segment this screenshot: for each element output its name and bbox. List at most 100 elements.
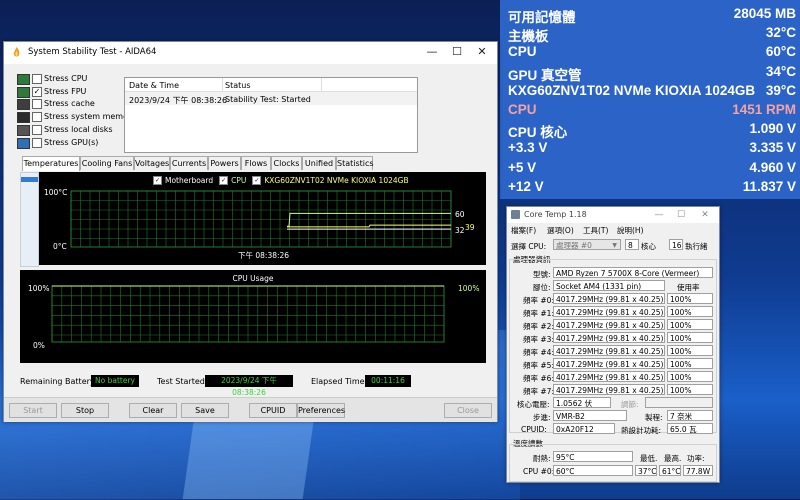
sensor-label: KXG60ZNV1T02 NVMe KIOXIA 1024GB <box>508 82 756 98</box>
maximize-button[interactable]: ☐ <box>445 44 469 60</box>
tab-flows[interactable]: Flows <box>241 156 271 170</box>
tab-currents[interactable]: Currents <box>170 156 208 170</box>
stress-label: Stress cache <box>44 99 95 109</box>
close-button[interactable]: Close <box>444 403 492 418</box>
ct-minimize-button[interactable]: — <box>647 207 671 223</box>
stress-device-icon <box>17 124 30 136</box>
aida-titlebar[interactable]: System Stability Test - AIDA64 — ☐ ✕ <box>4 42 497 64</box>
sensor-label: CPU <box>508 44 537 60</box>
cpu0-power: 77.8W <box>683 465 713 476</box>
ct-maximize-button[interactable]: ☐ <box>669 207 693 223</box>
sensor-value: 32°C <box>765 25 796 41</box>
sensor-row: CPU 核心 1.090 V <box>508 121 796 140</box>
coretemp-titlebar[interactable]: Core Temp 1.18 — ☐ ✕ <box>507 207 719 223</box>
elapsed-label: Elapsed Time: <box>311 377 368 386</box>
temp-value-cpu: 60 <box>455 210 465 219</box>
clear-button[interactable]: Clear <box>129 403 177 418</box>
tab-clocks[interactable]: Clocks <box>271 156 302 170</box>
log-table[interactable]: Date & Time Status 2023/9/24 下午 08:38:26… <box>124 77 418 153</box>
cpu-usage-graph: CPU Usage 100% 0% 100% <box>20 270 486 363</box>
stress-device-icon <box>17 74 30 85</box>
model-value: AMD Ryzen 7 5700X 8-Core (Vermeer) <box>553 267 713 278</box>
stress-checkbox[interactable] <box>32 74 42 84</box>
cpuid-label: CPUID: <box>521 425 547 434</box>
select-cpu-dropdown[interactable]: 處理器 #0 ▼ <box>553 239 621 250</box>
cpu0-max: 61°C <box>659 465 681 476</box>
sensor-label: +12 V <box>508 178 544 194</box>
temp-value-motherboard: 32 <box>455 226 465 235</box>
sensor-row: GPU 真空管 34°C <box>508 64 796 83</box>
legend-checkbox[interactable]: ✓ <box>252 176 262 185</box>
freq-label: 頻率 #4: <box>523 348 554 357</box>
stress-checkbox[interactable] <box>32 137 42 148</box>
usage-y-top: 100% <box>28 284 50 293</box>
legend-label: KXG60ZNV1T02 NVMe KIOXIA 1024GB <box>264 176 409 185</box>
revision-label: 調節: <box>621 400 639 409</box>
stress-checkbox[interactable] <box>32 124 42 135</box>
ct-menu-item[interactable]: 檔案(F) <box>511 225 536 236</box>
ct-close-button[interactable]: ✕ <box>693 207 717 223</box>
stepping-value: VMR-B2 <box>553 410 627 421</box>
sensor-row: CPU 60°C <box>508 44 796 62</box>
cpuid-button[interactable]: CPUID <box>249 403 297 418</box>
tdp-value: 65.0 瓦 <box>667 423 713 434</box>
log-row[interactable]: 2023/9/24 下午 08:38:26 Stability Test: St… <box>125 92 417 105</box>
stress-checkbox[interactable] <box>32 99 42 110</box>
log-col-status: Status <box>225 81 251 90</box>
minimize-button[interactable]: — <box>420 44 444 60</box>
ct-menu-item[interactable]: 工具(T) <box>583 225 608 236</box>
cores-count: 8 <box>625 239 639 250</box>
freq-value: 4017.29MHz (99.81 x 40.25) <box>553 293 665 304</box>
usage-title: CPU Usage <box>232 274 274 283</box>
sensor-label: 主機板 <box>508 29 549 45</box>
tdp-label: 熱設計功耗: <box>621 426 662 435</box>
temp-y-bottom: 0°C <box>53 242 67 251</box>
freq-value: 4017.29MHz (99.81 x 40.25) <box>553 384 665 395</box>
vid-value: 1.0562 伏 <box>553 397 611 408</box>
ct-menu-item[interactable]: 說明(H) <box>617 225 644 236</box>
start-button[interactable]: Start <box>9 403 57 418</box>
sensor-label: CPU <box>508 102 537 117</box>
sensor-row: +12 V 11.837 V <box>508 179 796 197</box>
sensor-value: 60°C <box>765 44 796 60</box>
cpu0-min: 37°C <box>635 465 657 476</box>
stop-button[interactable]: Stop <box>61 403 109 418</box>
temp-y-top: 100°C <box>44 188 68 197</box>
stress-device-icon <box>17 99 30 111</box>
legend-checkbox[interactable]: ✓ <box>153 176 162 185</box>
sensor-label: +5 V <box>508 159 537 175</box>
core-usage: 100% <box>667 358 713 369</box>
socket-label: 腳位: <box>533 283 551 292</box>
freq-value: 4017.29MHz (99.81 x 40.25) <box>553 371 665 382</box>
cores-label: 核心 <box>641 242 656 251</box>
ct-menu-item[interactable]: 選項(O) <box>547 225 574 236</box>
legend-checkbox[interactable]: ✓ <box>219 176 229 185</box>
tab-temperatures[interactable]: Temperatures <box>22 156 80 171</box>
temperature-graph: ✓ Motherboard ✓ CPU ✓ KXG60ZNV1T02 NVMe KIOXI… <box>39 172 486 265</box>
cpu0-temp: 60°C <box>553 465 633 476</box>
sensor-row: 主機板 32°C <box>508 25 796 45</box>
tab-cooling-fans[interactable]: Cooling Fans <box>80 156 134 170</box>
close-window-button[interactable]: ✕ <box>470 44 494 60</box>
tjmax-label: 耐熱: <box>533 454 551 463</box>
sensor-label: GPU 真空管 <box>508 67 582 83</box>
lithography-label: 製程: <box>645 413 663 422</box>
min-label: 最低. <box>640 454 658 463</box>
socket-value: Socket AM4 (1331 pin) <box>553 280 665 291</box>
cpuid-value: 0xA20F12 <box>553 423 615 434</box>
freq-value: 4017.29MHz (99.81 x 40.25) <box>553 332 665 343</box>
sensor-overlay: 可用記憶體 28045 MB 主機板 32°C CPU 60°C GPU 真空管 34°C KX… <box>500 0 800 199</box>
stress-checkbox[interactable]: ✓ <box>32 86 42 97</box>
tab-powers[interactable]: Powers <box>208 156 241 170</box>
preferences-button[interactable]: Preferences <box>297 403 345 418</box>
stress-checkbox[interactable] <box>32 112 42 123</box>
sensor-row: +5 V 4.960 V <box>508 160 796 178</box>
tab-statistics[interactable]: Statistics <box>336 156 374 170</box>
tab-unified[interactable]: Unified <box>302 156 336 170</box>
save-button[interactable]: Save <box>181 403 229 418</box>
core-usage: 100% <box>667 371 713 382</box>
sensor-row: KXG60ZNV1T02 NVMe KIOXIA 1024GB 39°C <box>508 83 796 101</box>
lithography-value: 7 奈米 <box>667 410 713 421</box>
freq-label: 頻率 #3: <box>523 335 554 344</box>
tab-voltages[interactable]: Voltages <box>134 156 170 170</box>
